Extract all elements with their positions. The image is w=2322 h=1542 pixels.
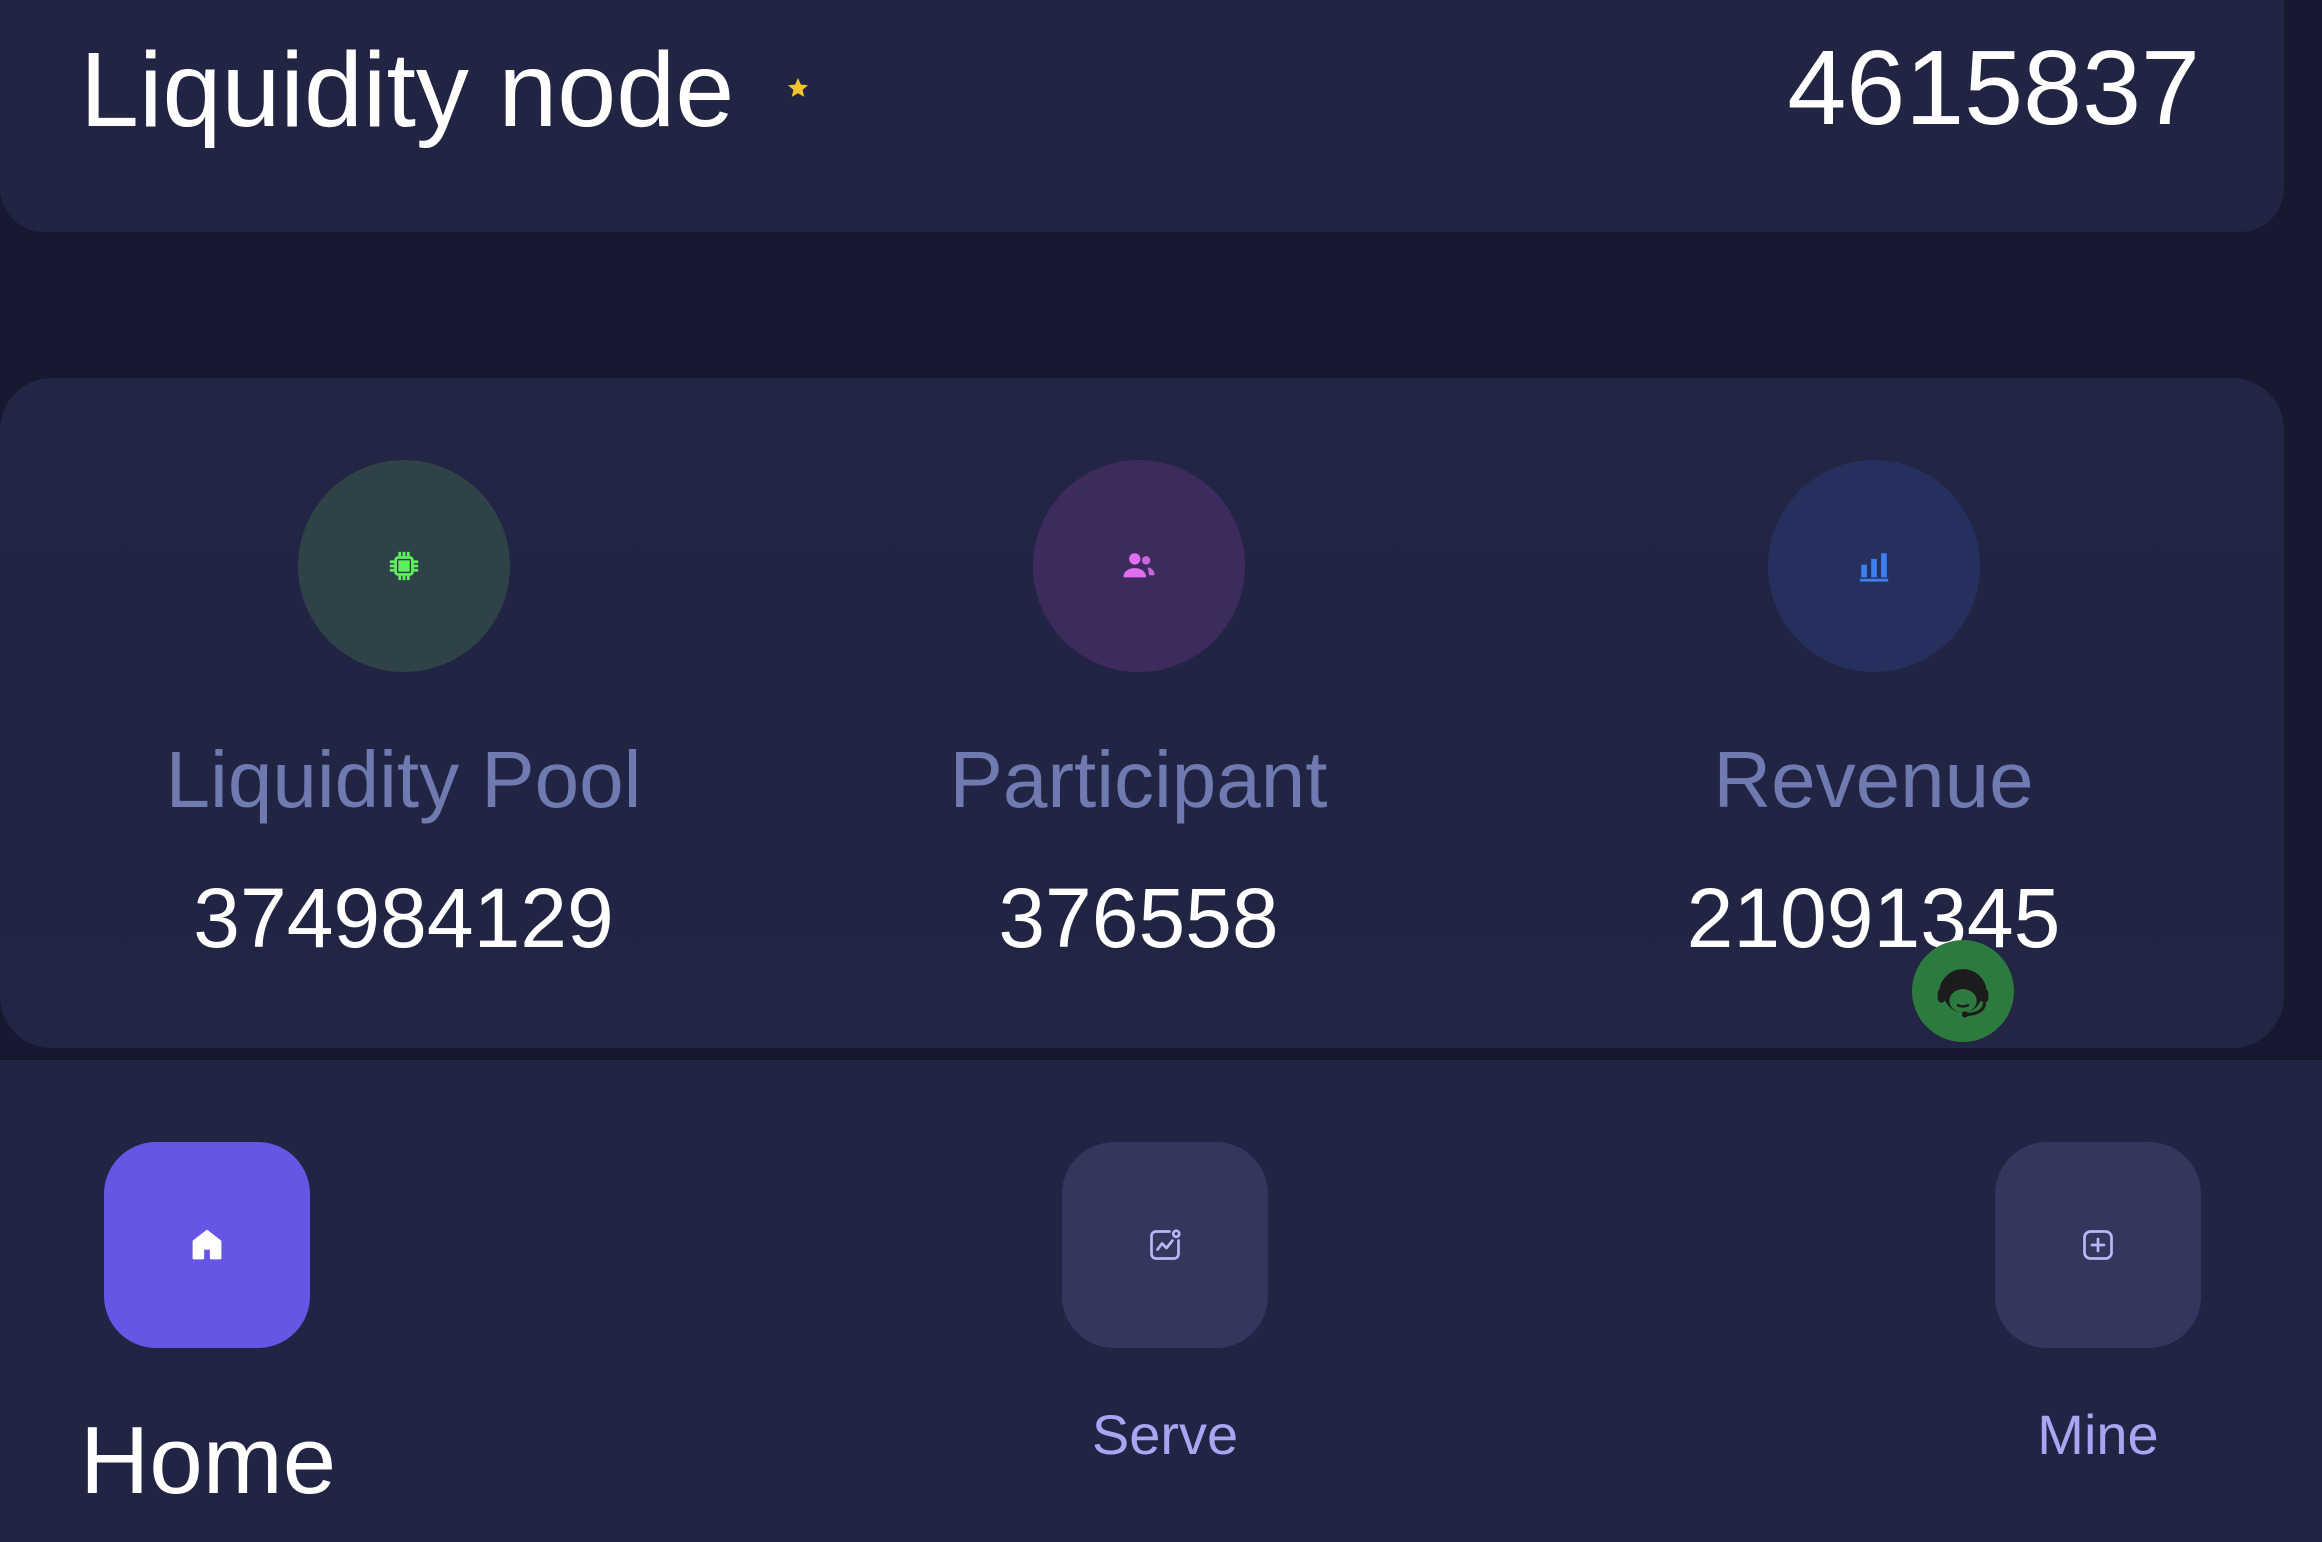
bottom-nav: Home Serve Mine [0, 1060, 2322, 1542]
chart-card-icon [1150, 1229, 1181, 1260]
nav-serve-button[interactable] [1062, 1142, 1268, 1348]
home-icon [192, 1229, 222, 1260]
node-title: Liquidity node [80, 31, 735, 149]
node-summary-card: Liquidity node 4615837 [0, 0, 2284, 232]
nav-mine-label[interactable]: Mine [1995, 1400, 2201, 1470]
bar-chart-icon [1859, 553, 1888, 582]
nav-home-button[interactable] [104, 1142, 310, 1348]
nav-mine-button[interactable] [1995, 1142, 2201, 1348]
stat-value: 21091345 [1686, 871, 2061, 965]
stat-value: 374984129 [193, 871, 614, 965]
users-icon [1122, 553, 1155, 578]
headset-icon [1937, 969, 1989, 1018]
stat-value: 376558 [998, 871, 1279, 965]
app-page: Liquidity node 4615837 Liquidity Pool 37… [0, 0, 2322, 1542]
nav-serve-label[interactable]: Serve [1062, 1400, 1268, 1470]
chip-icon [389, 551, 418, 581]
stat-label: Liquidity Pool [165, 735, 642, 824]
stat-participant: Participant 376558 [771, 378, 1506, 1048]
customer-support-icon[interactable] [1912, 940, 2014, 1042]
stat-icon-circle [297, 460, 510, 672]
stat-revenue: Revenue 21091345 [1506, 378, 2241, 1048]
stat-icon-circle [1032, 460, 1245, 672]
stat-liquidity-pool: Liquidity Pool 374984129 [36, 378, 771, 1048]
plus-square-icon [2083, 1230, 2113, 1260]
stat-icon-circle [1767, 460, 1980, 672]
star-icon [788, 78, 808, 97]
node-count: 4615837 [1787, 29, 2200, 147]
stat-label: Participant [949, 735, 1328, 824]
stat-label: Revenue [1713, 735, 2034, 824]
nav-home-label[interactable]: Home [80, 1406, 336, 1516]
